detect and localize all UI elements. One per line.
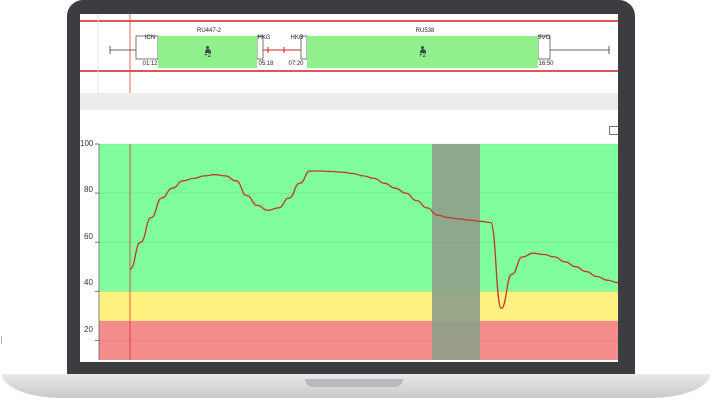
flight-1-destination: HKG — [257, 35, 271, 41]
flight-timeline: RU447-2 ICN HKG 01:12 05:18 +2 RU538 HKG… — [80, 14, 618, 94]
battery-chart — [95, 143, 618, 360]
flight-2-code: RU538 — [415, 28, 435, 34]
flight-1-bar[interactable]: +2 — [158, 36, 257, 68]
flight-2-origin: HKG — [290, 35, 304, 41]
divider-band — [80, 93, 618, 110]
flight-1-arrival: 05:18 — [258, 61, 274, 67]
zone-2 — [99, 144, 618, 292]
flight-1-code: RU447-2 — [196, 28, 221, 34]
zone-1 — [99, 291, 618, 321]
highlight-band — [432, 144, 480, 360]
flight-1-origin: ICN — [144, 35, 156, 41]
flight-2-bar[interactable]: +2 — [307, 36, 538, 68]
person-icon — [419, 45, 426, 53]
flight-1-pax: +2 — [204, 52, 211, 59]
laptop-screen: RU447-2 ICN HKG 01:12 05:18 +2 RU538 HKG… — [80, 14, 618, 362]
person-icon — [204, 45, 211, 53]
legend-toggle-checkbox[interactable] — [609, 126, 618, 135]
flight-2-departure: 07:20 — [288, 61, 304, 67]
flight-2-pax: +2 — [419, 52, 426, 59]
laptop-notch — [305, 379, 403, 387]
decorative-mark — [1, 336, 2, 344]
